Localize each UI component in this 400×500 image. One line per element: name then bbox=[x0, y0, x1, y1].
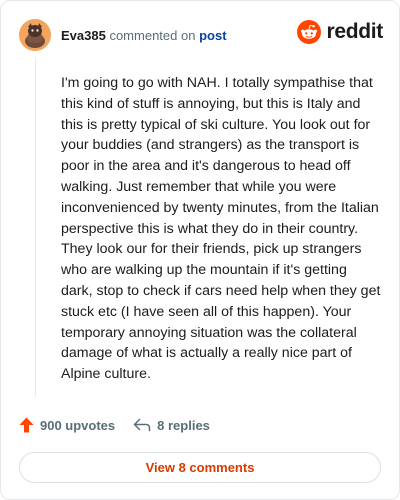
post-link[interactable]: post bbox=[199, 28, 226, 43]
comment-body: I'm going to go with NAH. I totally symp… bbox=[61, 75, 381, 383]
upvote-arrow-icon bbox=[19, 417, 34, 433]
thread-line[interactable] bbox=[35, 57, 36, 397]
reply-icon bbox=[133, 418, 151, 432]
reddit-snoo-icon bbox=[297, 20, 322, 44]
comment-meta: Eva385 commented on post bbox=[61, 28, 227, 43]
brand-name: reddit bbox=[326, 20, 383, 43]
comment-header: Eva385 commented on post bbox=[19, 18, 227, 52]
upvote-button[interactable]: 900 upvotes bbox=[19, 417, 115, 433]
avatar[interactable] bbox=[19, 19, 51, 51]
comment-card: Eva385 commented on post reddit I'm goin… bbox=[0, 0, 400, 500]
upvote-count: 900 upvotes bbox=[40, 417, 116, 433]
reddit-logo[interactable]: reddit bbox=[297, 20, 383, 44]
reply-count: 8 replies bbox=[157, 417, 210, 433]
reply-button[interactable]: 8 replies bbox=[133, 418, 210, 433]
comment-actions: 900 upvotes 8 replies bbox=[19, 417, 210, 433]
author-name[interactable]: Eva385 bbox=[61, 28, 106, 43]
action-text: commented on bbox=[109, 27, 196, 43]
view-comments-button[interactable]: View 8 comments bbox=[19, 452, 381, 483]
avatar-image bbox=[19, 19, 51, 51]
